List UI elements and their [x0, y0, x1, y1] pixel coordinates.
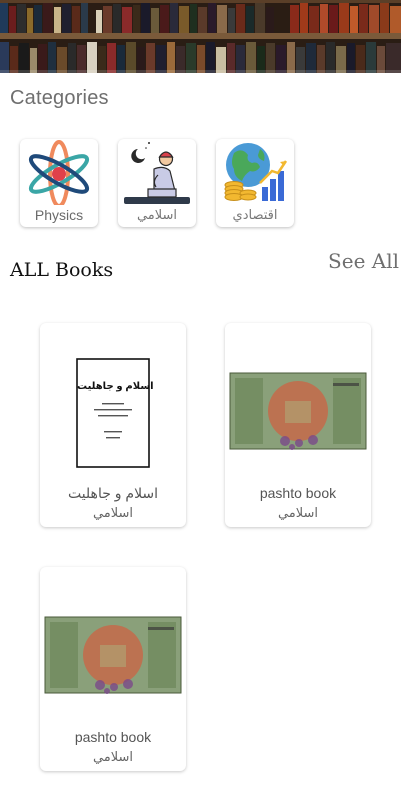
see-all-link[interactable]: See All: [328, 249, 399, 273]
category-card-islamic[interactable]: اسلامي: [118, 139, 196, 227]
all-books-title: ALL Books: [10, 259, 114, 281]
book-cover-image: [76, 358, 150, 468]
category-card-physics[interactable]: Physics: [20, 139, 98, 227]
book-title: اسلام و جاهلیت: [67, 485, 159, 501]
book-cover-heading: اسلام و جاهلیت: [77, 381, 154, 392]
book-title: pashto book: [74, 729, 152, 745]
book-card[interactable]: pashto book اسلامي: [225, 323, 371, 527]
book-cover: [40, 567, 186, 727]
book-card[interactable]: pashto book اسلامي: [40, 567, 186, 771]
atom-icon: [28, 140, 90, 205]
banknote-cover-image: [229, 372, 367, 450]
categories-title: Categories: [10, 87, 109, 109]
bookshelf-image: [0, 0, 401, 73]
banknote-cover-image: [44, 616, 182, 694]
category-label: اسلامي: [136, 207, 178, 222]
book-category: اسلامي: [92, 749, 134, 764]
book-title: pashto book: [259, 485, 337, 501]
praying-man-icon: [124, 142, 190, 204]
category-card-economic[interactable]: اقتصادي: [216, 139, 294, 227]
book-cover: اسلام و جاهلیت: [40, 323, 186, 483]
bookshelf-banner: [0, 0, 401, 73]
book-card[interactable]: اسلام و جاهلیت اسلام و جاهلیت اسلامي: [40, 323, 186, 527]
economy-globe-icon: [224, 143, 288, 201]
book-category: اسلامي: [92, 505, 134, 520]
category-label: اقتصادي: [232, 207, 278, 222]
category-label: Physics: [34, 207, 84, 223]
book-cover: [225, 323, 371, 483]
book-category: اسلامي: [277, 505, 319, 520]
